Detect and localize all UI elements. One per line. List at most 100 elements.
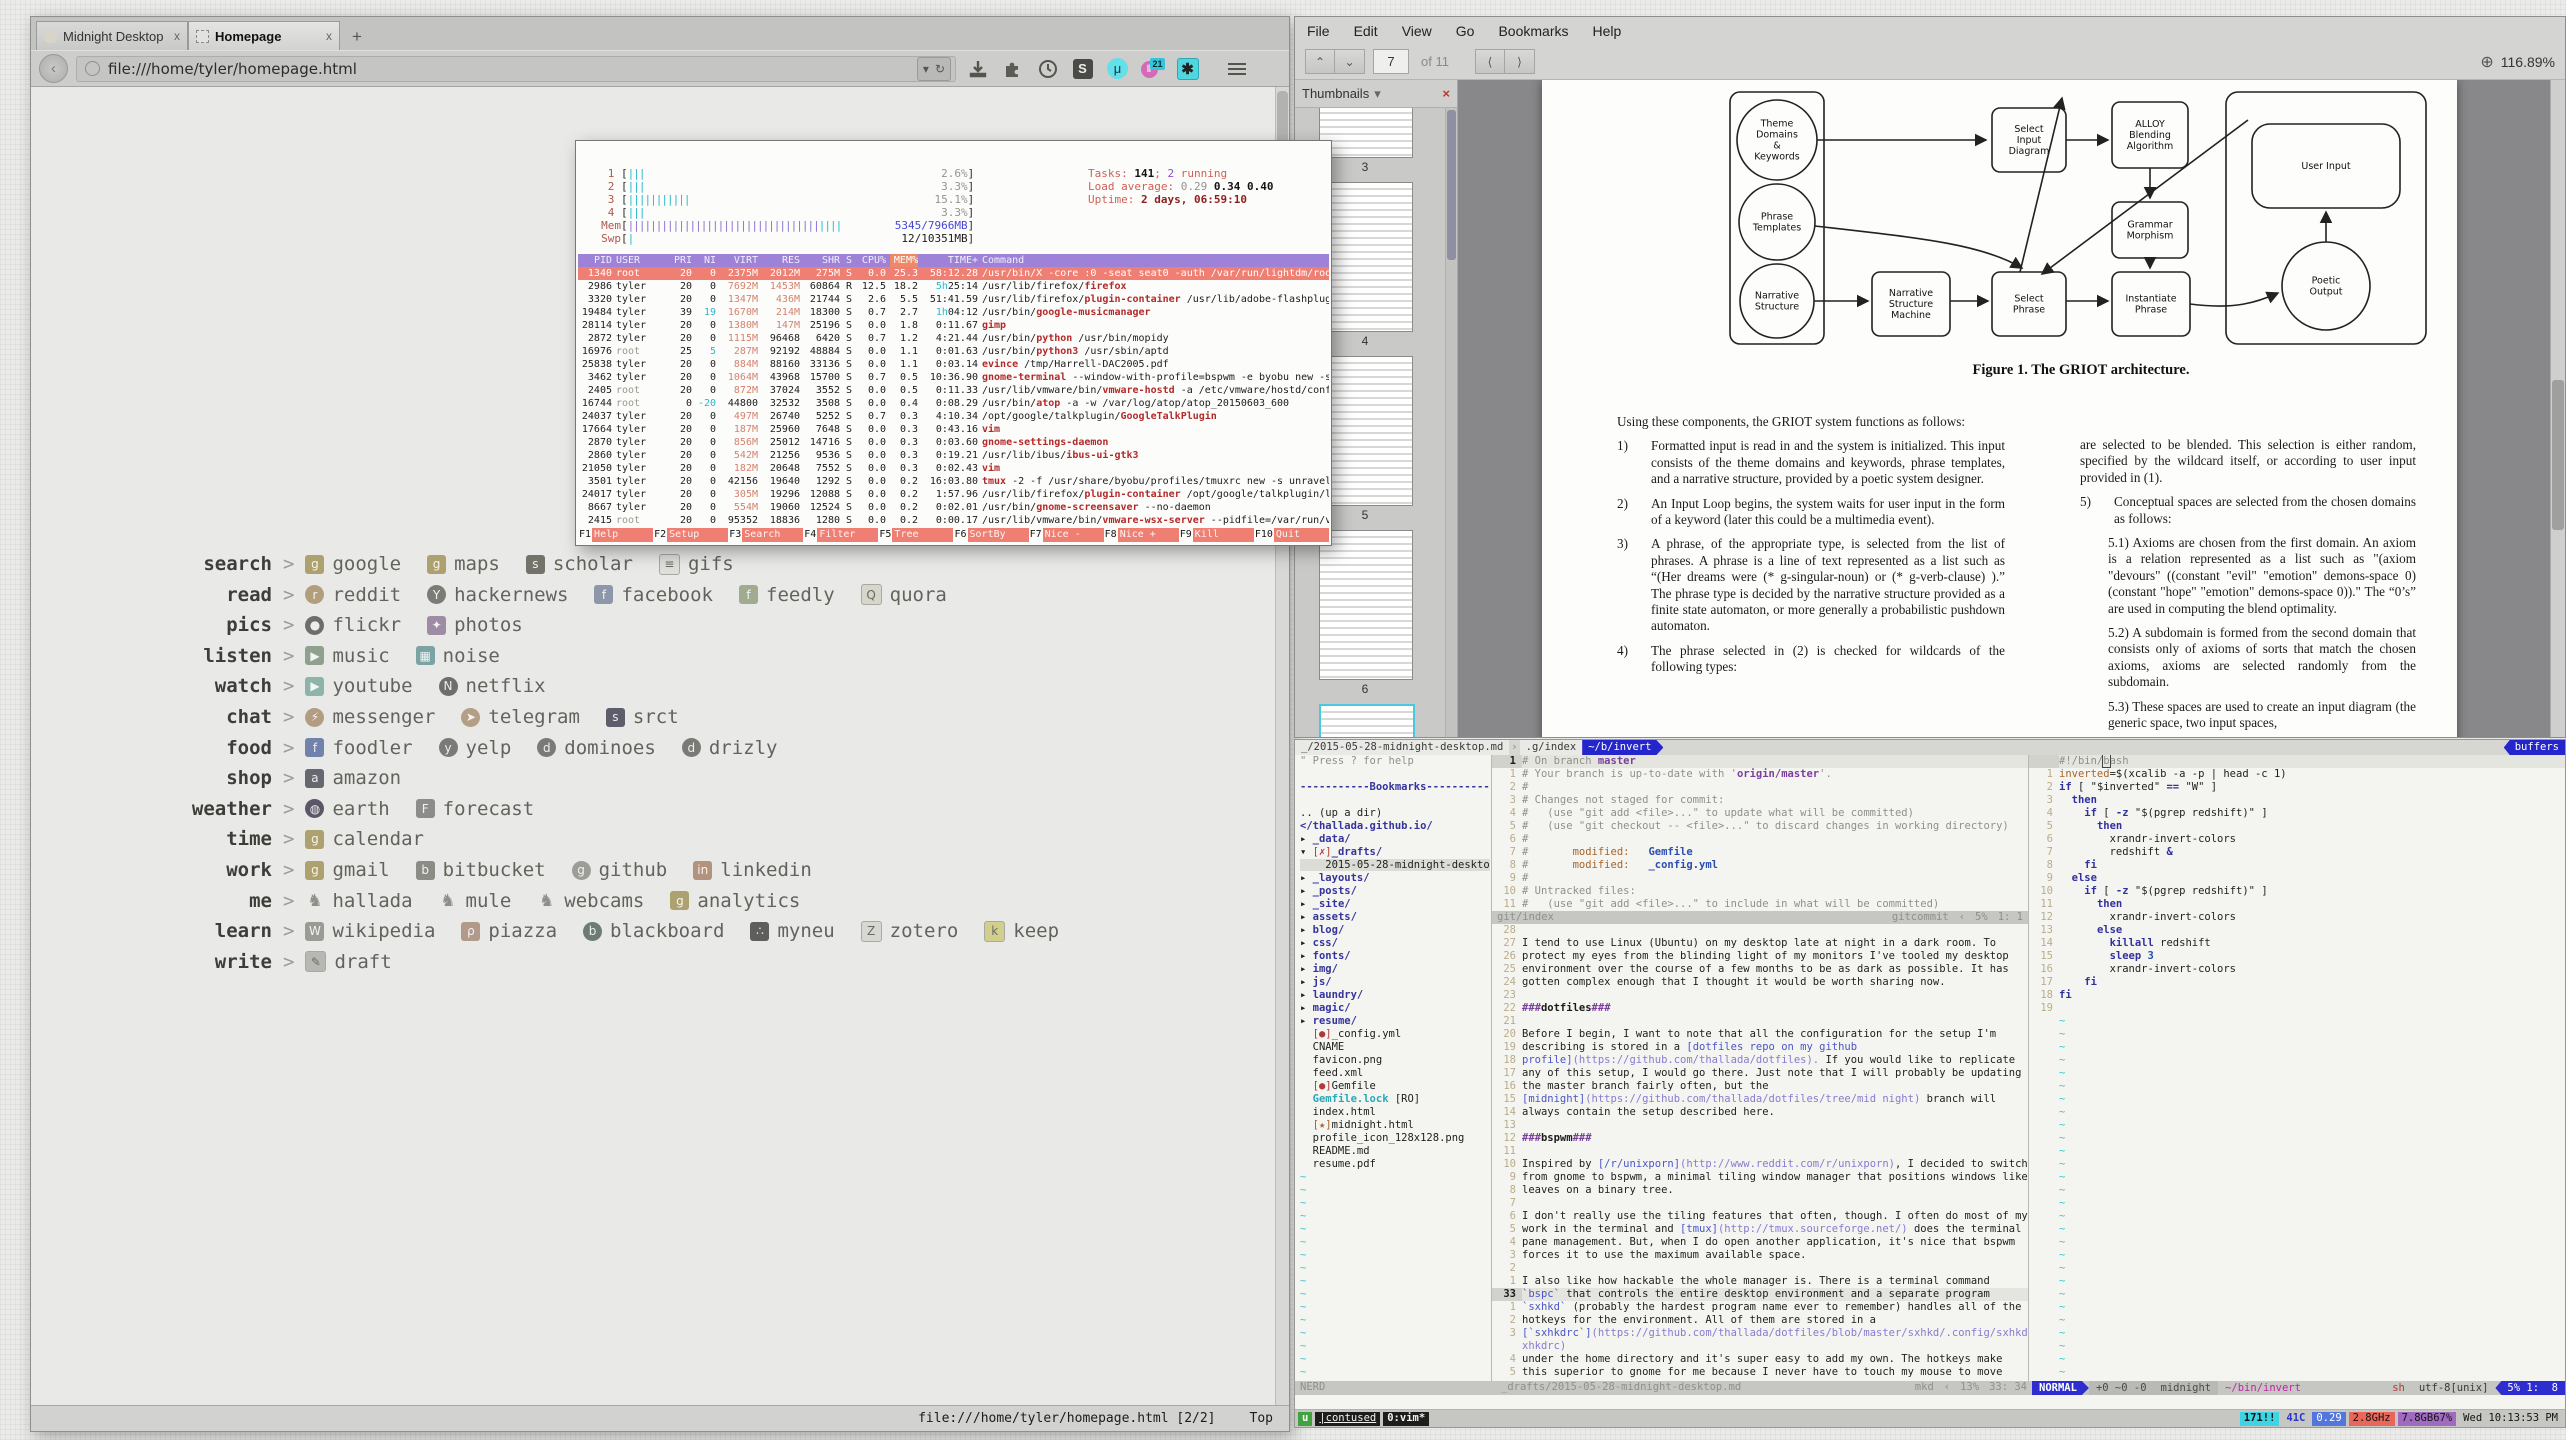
page-thumbnail-5[interactable] <box>1319 356 1413 506</box>
page-thumbnail-6[interactable] <box>1319 530 1413 680</box>
homepage-link-foodler[interactable]: ffoodler <box>305 737 412 759</box>
reload-icon[interactable]: ↻ <box>935 62 945 76</box>
menu-go[interactable]: Go <box>1456 23 1475 39</box>
homepage-link-yelp[interactable]: yyelp <box>439 737 512 759</box>
homepage-link-linkedin[interactable]: inlinkedin <box>693 859 812 881</box>
history-back-button[interactable]: ⟨ <box>1475 49 1505 74</box>
nerdtree-pane[interactable]: " Press ? for help-----------Bookmarks--… <box>1295 755 1491 1381</box>
homepage-link-scholar[interactable]: sscholar <box>526 553 633 575</box>
page-number-input[interactable]: 7 <box>1373 49 1409 74</box>
site-identity-icon[interactable] <box>85 61 100 76</box>
page-thumbnail-3[interactable] <box>1319 107 1413 158</box>
homepage-link-zotero[interactable]: Zzotero <box>861 920 959 942</box>
menu-edit[interactable]: Edit <box>1354 23 1378 39</box>
pdf-scrollbar[interactable] <box>2550 80 2565 737</box>
process-row[interactable]: 21050tyler200182M206487552S0.00.30:02.43… <box>578 462 1329 475</box>
homepage-link-earth[interactable]: ◍earth <box>305 798 389 820</box>
process-row[interactable]: 2870tyler200856M2501214716S0.00.30:03.60… <box>578 436 1329 449</box>
stylish-button[interactable]: S <box>1069 55 1096 82</box>
buffers-tab[interactable]: buffers <box>2504 740 2565 755</box>
homepage-link-calendar[interactable]: gcalendar <box>305 828 424 850</box>
history-forward-button[interactable]: ⟩ <box>1505 49 1535 74</box>
homepage-link-netflix[interactable]: Nnetflix <box>439 675 546 697</box>
homepage-link-myneu[interactable]: ∴myneu <box>750 920 834 942</box>
process-row[interactable]: 2986tyler2007692M1453M60864R12.518.25h25… <box>578 280 1329 293</box>
history-button[interactable] <box>1034 55 1061 82</box>
homepage-link-drizly[interactable]: ddrizly <box>682 737 778 759</box>
homepage-link-youtube[interactable]: ▶youtube <box>305 675 412 697</box>
homepage-link-srct[interactable]: ssrct <box>606 706 679 728</box>
next-page-button[interactable]: ⌄ <box>1335 49 1365 74</box>
vim-tab-2[interactable]: ~/b/invert <box>1582 740 1663 755</box>
vim-command-line[interactable] <box>1295 1395 2565 1409</box>
fkey-F5[interactable]: F5Tree <box>878 528 953 542</box>
homepage-link-music[interactable]: ▶music <box>305 645 389 667</box>
homepage-link-draft[interactable]: ✎draft <box>305 951 391 973</box>
homepage-link-quora[interactable]: Qquora <box>861 584 947 606</box>
extensions-button[interactable] <box>999 55 1026 82</box>
homepage-link-maps[interactable]: gmaps <box>427 553 500 575</box>
download-button[interactable] <box>964 55 991 82</box>
reload-group[interactable]: ▾ ↻ <box>917 57 951 81</box>
markdown-buffer[interactable]: 2827I tend to use Linux (Ubuntu) on my d… <box>1492 924 2028 1381</box>
htop-header-row[interactable]: PIDUSERPRINIVIRTRESSHRSCPU%MEM%TIME+Comm… <box>578 254 1329 267</box>
fkey-F3[interactable]: F3Search <box>728 528 803 542</box>
close-panel-icon[interactable]: × <box>1442 86 1450 101</box>
process-row[interactable]: 3462tyler2001064M4396815700S0.70.510:36.… <box>578 371 1329 384</box>
homepage-link-gmail[interactable]: ggmail <box>305 859 389 881</box>
homepage-link-flickr[interactable]: ●flickr <box>305 614 401 636</box>
vim-tab-1[interactable]: .g/index <box>1520 740 1583 755</box>
menu-view[interactable]: View <box>1402 23 1432 39</box>
homepage-link-noise[interactable]: ▦noise <box>416 645 500 667</box>
homepage-link-bitbucket[interactable]: bbitbucket <box>416 859 546 881</box>
bash-script-buffer[interactable]: #!/bin/bash1inverted=$(xcalib -a -p | he… <box>2028 755 2565 1381</box>
asterisk-addon-button[interactable]: ✱ <box>1174 55 1201 82</box>
homepage-link-reddit[interactable]: rreddit <box>305 584 401 606</box>
homepage-link-piazza[interactable]: ρpiazza <box>461 920 557 942</box>
menu-help[interactable]: Help <box>1593 23 1622 39</box>
fkey-F1[interactable]: F1Help <box>578 528 653 542</box>
process-row[interactable]: 24037tyler200497M267405252S0.70.34:10.34… <box>578 410 1329 423</box>
process-row[interactable]: 17664tyler200187M259607648S0.00.30:43.16… <box>578 423 1329 436</box>
homepage-link-forecast[interactable]: Fforecast <box>416 798 535 820</box>
homepage-link-keep[interactable]: kkeep <box>984 920 1059 942</box>
fkey-F9[interactable]: F9Kill <box>1179 528 1254 542</box>
thumbnails-scrollbar[interactable] <box>1445 108 1457 737</box>
process-row[interactable]: 16744root0-2044800325323508S0.00.40:08.2… <box>578 397 1329 410</box>
process-row[interactable]: 19484tyler39191670M214M18300S0.72.71h04:… <box>578 306 1329 319</box>
process-row[interactable]: 1340root2002375M2012M275MS0.025.358:12.2… <box>578 267 1329 280</box>
url-dropdown-icon[interactable]: ▾ <box>923 62 929 76</box>
menu-button[interactable] <box>1223 55 1250 82</box>
fkey-F2[interactable]: F2Setup <box>653 528 728 542</box>
homepage-link-hackernews[interactable]: Yhackernews <box>427 584 568 606</box>
process-row[interactable]: 8667tyler200554M1906012524S0.00.20:02.01… <box>578 501 1329 514</box>
mu-addon-button[interactable]: μ <box>1104 55 1131 82</box>
homepage-link-photos[interactable]: ✦photos <box>427 614 523 636</box>
homepage-link-analytics[interactable]: ganalytics <box>670 890 800 912</box>
tab-homepage[interactable]: Homepage x <box>188 21 340 50</box>
back-button[interactable]: ‹ <box>39 54 68 83</box>
zoom-control[interactable]: ⊕ 116.89% <box>2480 52 2555 72</box>
process-row[interactable]: 16976root255287M9219248884S0.01.10:01.63… <box>578 345 1329 358</box>
badge-addon-button[interactable]: Ⅱ 21 <box>1139 55 1166 82</box>
url-field[interactable]: file:///home/tyler/homepage.html ▾ ↻ <box>76 56 956 82</box>
homepage-link-hallada[interactable]: ♞hallada <box>305 890 412 912</box>
new-tab-button[interactable]: + <box>342 24 372 50</box>
page-thumbnail-selected[interactable] <box>1319 704 1415 737</box>
process-row[interactable]: 28114tyler2001380M147M25196S0.01.80:11.6… <box>578 319 1329 332</box>
homepage-link-github[interactable]: ggithub <box>572 859 668 881</box>
homepage-link-facebook[interactable]: ffacebook <box>594 584 713 606</box>
page-thumbnail-4[interactable] <box>1319 182 1413 332</box>
chevron-down-icon[interactable]: ▾ <box>1374 86 1381 102</box>
process-row[interactable]: 2405root200872M370243552S0.00.50:11.33/u… <box>578 384 1329 397</box>
process-row[interactable]: 24017tyler200305M1929612088S0.00.21:57.9… <box>578 488 1329 501</box>
process-row[interactable]: 3501tyler20042156196401292S0.00.216:03.8… <box>578 475 1329 488</box>
menu-file[interactable]: File <box>1307 23 1330 39</box>
process-row[interactable]: 3320tyler2001347M436M21744S2.65.551:41.5… <box>578 293 1329 306</box>
menu-bookmarks[interactable]: Bookmarks <box>1498 23 1568 39</box>
git-commit-buffer[interactable]: 1# On branch master1# Your branch is up-… <box>1492 755 2028 911</box>
homepage-link-dominoes[interactable]: ddominoes <box>537 737 656 759</box>
previous-page-button[interactable]: ⌃ <box>1305 49 1335 74</box>
tab-close-icon[interactable]: x <box>174 29 180 43</box>
homepage-link-google[interactable]: ggoogle <box>305 553 401 575</box>
